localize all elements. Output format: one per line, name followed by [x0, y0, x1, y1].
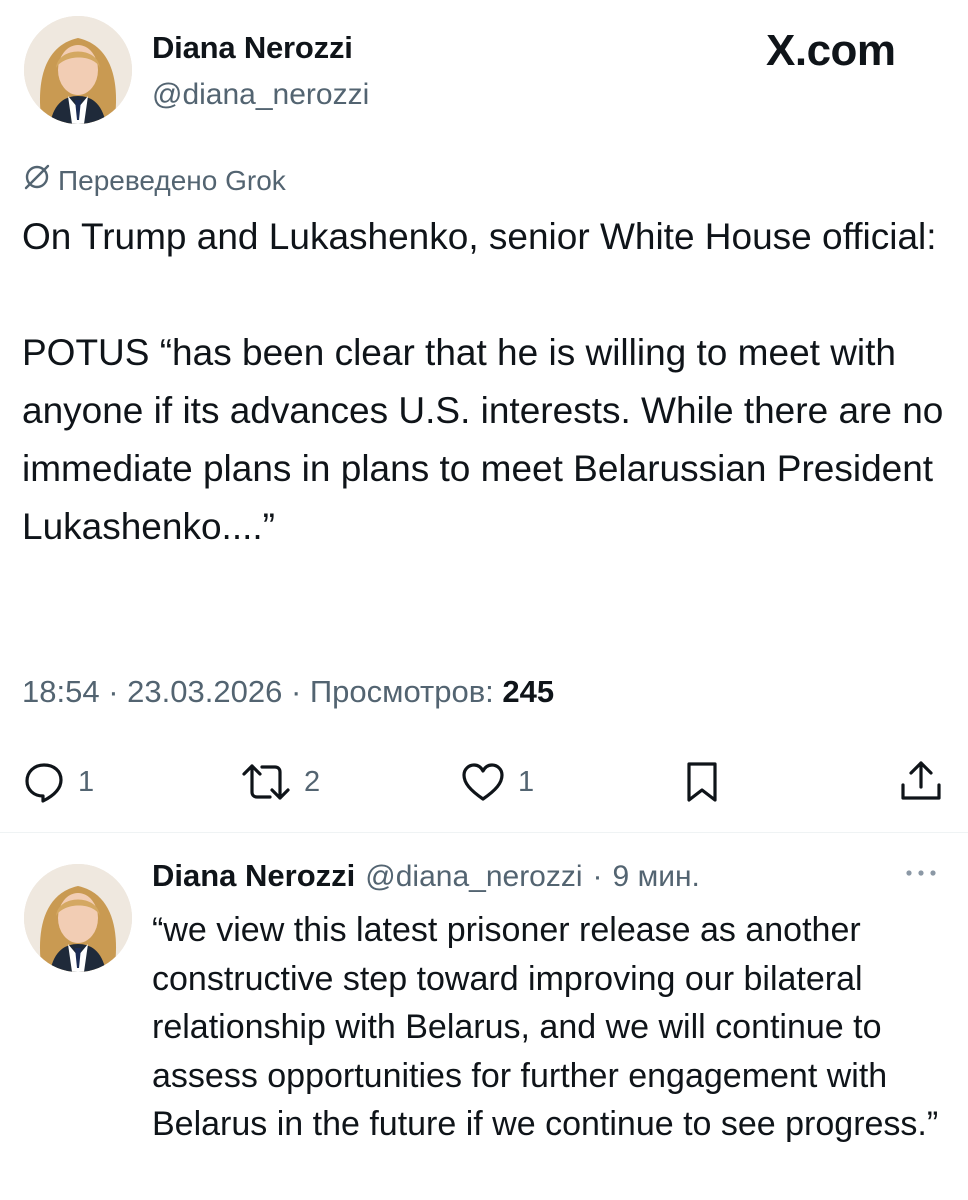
divider [0, 832, 968, 833]
repost-icon [240, 760, 292, 804]
repost-button[interactable]: 2 [240, 760, 320, 804]
author-name[interactable]: Diana Nerozzi [152, 30, 353, 66]
views-label: Просмотров: [309, 674, 494, 709]
reply-icon [22, 760, 66, 804]
meta-separator: · [290, 674, 302, 709]
reply-author-handle[interactable]: @diana_nerozzi [365, 860, 582, 894]
meta-separator: · [108, 674, 119, 709]
reply-text: “we view this latest prisoner release as… [152, 911, 939, 1143]
more-button[interactable] [904, 866, 938, 884]
avatar[interactable] [24, 16, 132, 124]
share-button[interactable] [898, 758, 944, 804]
translation-label: Переведено Grok [58, 164, 286, 196]
action-bar: 1 2 1 [0, 750, 968, 814]
reply-author-name[interactable]: Diana Nerozzi [152, 858, 355, 894]
translation-notice[interactable]: Переведено Grok [22, 162, 286, 199]
brand-label: X.com [766, 26, 896, 75]
like-button[interactable]: 1 [460, 760, 534, 804]
more-icon [904, 866, 938, 883]
like-count: 1 [518, 765, 535, 798]
heart-icon [460, 760, 506, 804]
repost-count: 2 [304, 765, 321, 798]
post-paragraph: POTUS “has been clear that he is willing… [22, 332, 944, 547]
share-icon [898, 758, 944, 804]
reply-time[interactable]: 9 мин. [613, 860, 700, 894]
post-date[interactable]: 23.03.2026 [127, 674, 282, 709]
avatar-photo [24, 16, 132, 124]
post-time[interactable]: 18:54 [22, 674, 100, 709]
bookmark-button[interactable] [680, 760, 724, 804]
reply-count: 1 [78, 765, 95, 798]
views-count[interactable]: 245 [502, 674, 554, 709]
post-paragraph: On Trump and Lukashenko, senior White Ho… [22, 216, 937, 257]
post-meta: 18:54 · 23.03.2026 · Просмотров: 245 [22, 674, 554, 710]
reply-header: Diana Nerozzi @diana_nerozzi · 9 мин. [152, 858, 700, 894]
avatar-photo [24, 864, 132, 972]
avatar[interactable] [24, 864, 132, 972]
bookmark-icon [680, 760, 724, 804]
translate-icon [22, 162, 52, 199]
author-handle[interactable]: @diana_nerozzi [152, 78, 369, 112]
meta-separator: · [592, 860, 603, 893]
reply-button[interactable]: 1 [22, 760, 94, 804]
post-text: On Trump and Lukashenko, senior White Ho… [22, 208, 952, 556]
